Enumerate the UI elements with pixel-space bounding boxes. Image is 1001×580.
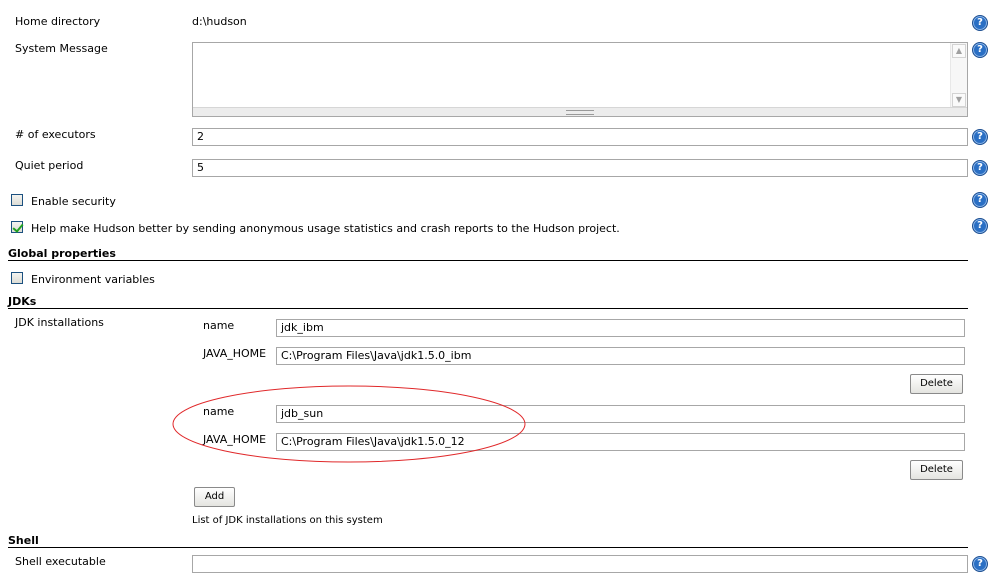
- help-icon[interactable]: ?: [972, 192, 988, 208]
- section-divider: [8, 308, 968, 309]
- usage-stats-label: Help make Hudson better by sending anony…: [31, 222, 620, 235]
- help-icon[interactable]: ?: [972, 129, 988, 145]
- jdk-name-label: name: [203, 319, 235, 332]
- usage-stats-checkbox[interactable]: [11, 221, 24, 233]
- checkmark-icon: [12, 221, 24, 233]
- annotation-ellipse: [172, 385, 526, 463]
- quiet-period-input[interactable]: 5: [192, 159, 968, 177]
- enable-security-checkbox[interactable]: [11, 194, 23, 206]
- executors-label: # of executors: [15, 128, 96, 141]
- delete-jdk-button[interactable]: Delete: [910, 460, 963, 480]
- help-icon[interactable]: ?: [972, 42, 988, 58]
- shell-executable-input[interactable]: [192, 555, 968, 573]
- env-vars-checkbox[interactable]: [11, 272, 23, 284]
- jdk-java-home-input[interactable]: C:\Program Files\Java\jdk1.5.0_ibm: [276, 347, 965, 365]
- executors-input[interactable]: 2: [192, 128, 968, 146]
- delete-jdk-button[interactable]: Delete: [910, 374, 963, 394]
- jdk-description: List of JDK installations on this system: [192, 515, 383, 526]
- jdk-name-input[interactable]: jdk_ibm: [276, 319, 965, 337]
- help-icon[interactable]: ?: [972, 218, 988, 234]
- global-properties-title: Global properties: [8, 247, 116, 260]
- quiet-period-label: Quiet period: [15, 159, 84, 172]
- resize-grip[interactable]: [193, 107, 967, 116]
- enable-security-label: Enable security: [31, 195, 116, 208]
- shell-title: Shell: [8, 534, 39, 547]
- help-icon[interactable]: ?: [972, 556, 988, 572]
- help-icon[interactable]: ?: [972, 160, 988, 176]
- jdks-title: JDKs: [8, 295, 37, 308]
- section-divider: [8, 260, 968, 261]
- add-jdk-button[interactable]: Add: [194, 487, 235, 507]
- jdk-installations-label: JDK installations: [15, 316, 104, 329]
- shell-executable-label: Shell executable: [15, 555, 106, 568]
- env-vars-label: Environment variables: [31, 273, 155, 286]
- home-directory-label: Home directory: [15, 15, 101, 28]
- section-divider: [8, 547, 968, 548]
- scroll-up-icon[interactable]: ▲: [952, 44, 966, 58]
- home-directory-value: d:\hudson: [192, 15, 247, 28]
- textarea-scrollbar[interactable]: ▲ ▼: [950, 43, 967, 108]
- system-message-textarea[interactable]: ▲ ▼: [192, 42, 968, 117]
- help-icon[interactable]: ?: [972, 15, 988, 31]
- scroll-down-icon[interactable]: ▼: [952, 93, 966, 107]
- system-message-label: System Message: [15, 42, 108, 55]
- jdk-java-home-label: JAVA_HOME: [203, 347, 267, 360]
